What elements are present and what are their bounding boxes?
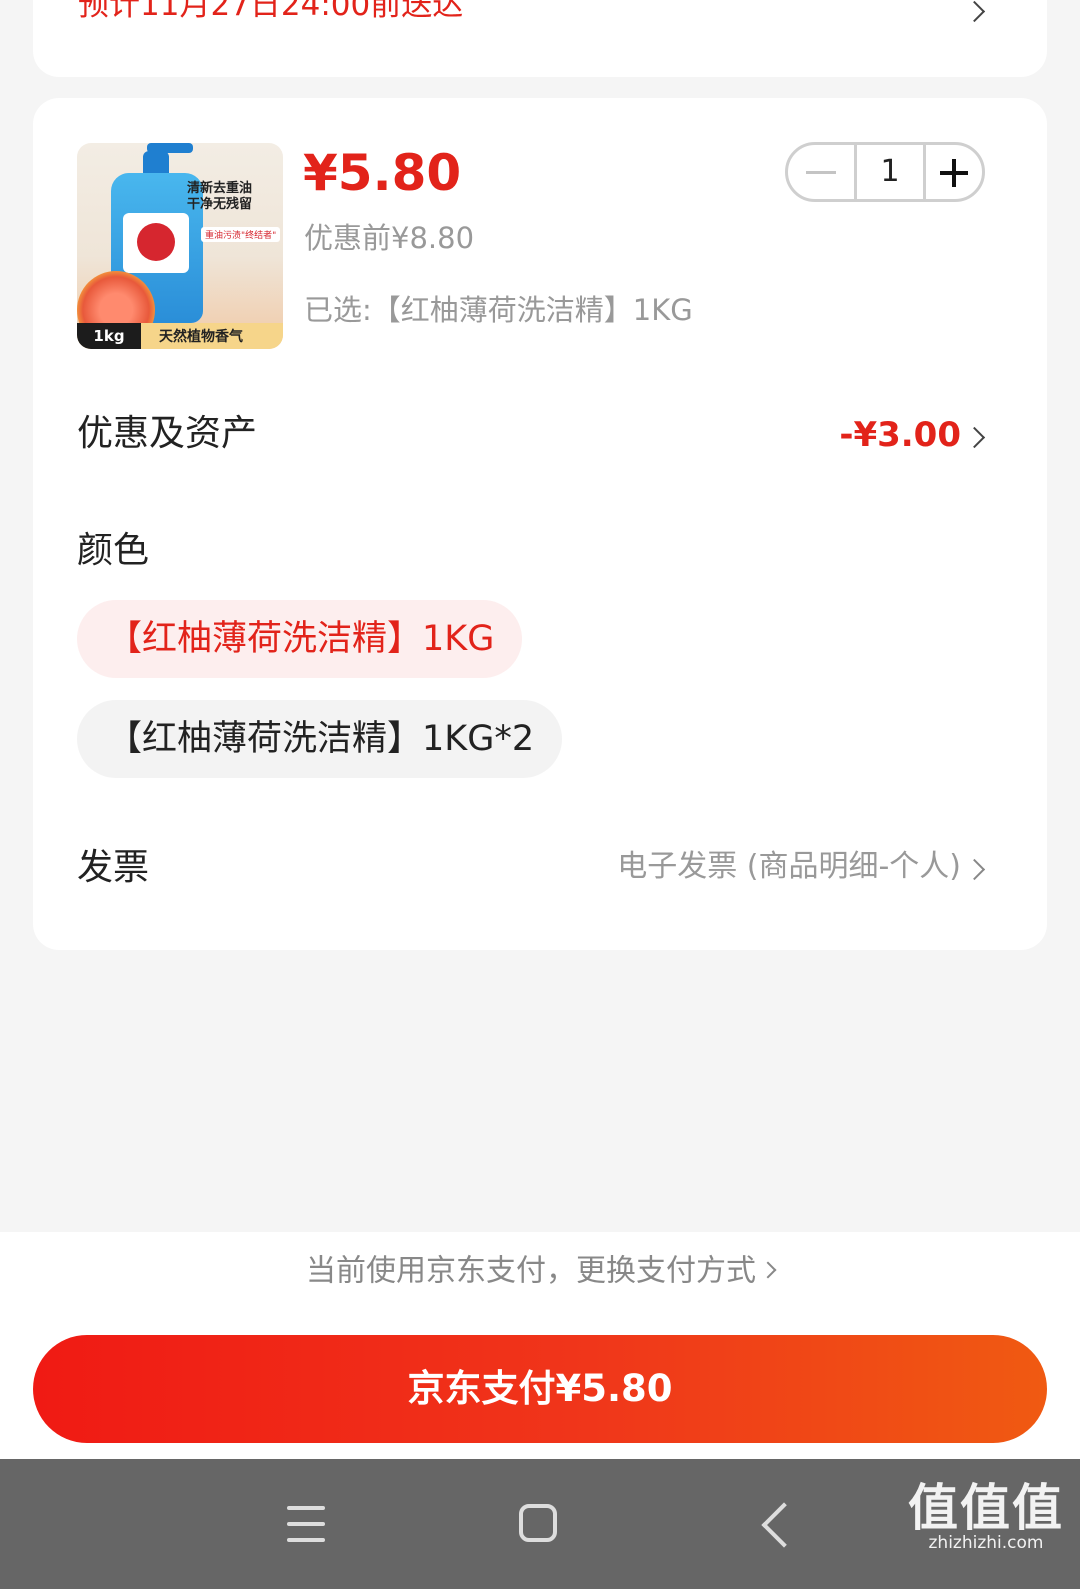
thumb-line-2: 干净无残留 (187, 197, 253, 213)
menu-icon[interactable] (287, 1506, 325, 1542)
product-thumbnail[interactable]: 清新去重油 干净无残留 重油污渍"终结者" 1kg 天然植物香气 (77, 143, 283, 349)
chevron-right-icon (963, 0, 986, 23)
color-option-1[interactable]: 【红柚薄荷洗洁精】1KG (77, 600, 523, 678)
thumb-weight: 1kg (77, 323, 141, 349)
minus-icon[interactable] (788, 145, 854, 199)
chevron-right-icon (759, 1261, 777, 1278)
chevron-right-icon (963, 858, 986, 881)
delivery-estimate: 预计11月27日24:00前送达 (78, 0, 464, 23)
invoice-label: 发票 (77, 847, 150, 888)
watermark-main: 值值值 (908, 1479, 1064, 1537)
bottle-label-graphic (123, 213, 189, 273)
original-price: 优惠前¥8.80 (304, 221, 475, 255)
thumb-badge: 重油污渍"终结者" (201, 227, 281, 242)
quantity-stepper: 1 (785, 142, 985, 202)
watermark-sub: zhizhizhi.com (928, 1533, 1044, 1553)
delivery-card[interactable]: 预计11月27日24:00前送达 (33, 0, 1047, 77)
watermark-logo: 值值值 zhizhizhi.com (908, 1483, 1064, 1553)
payment-method-switch[interactable]: 当前使用京东支付，更换支付方式 (0, 1256, 1080, 1287)
discount-value: -¥3.00 (839, 415, 961, 455)
selected-variant: 已选:【红柚薄荷洗洁精】1KG (304, 293, 693, 327)
payment-method-text: 当前使用京东支付，更换支付方式 (306, 1253, 756, 1289)
product-card: 清新去重油 干净无残留 重油污渍"终结者" 1kg 天然植物香气 ¥5.80 优… (33, 98, 1047, 950)
product-price: ¥5.80 (303, 144, 462, 202)
thumb-text-1: 清新去重油 干净无残留 (187, 181, 252, 214)
discount-label: 优惠及资产 (77, 413, 258, 454)
chevron-right-icon (963, 426, 986, 449)
system-nav-bar: 值值值 zhizhizhi.com (0, 1459, 1080, 1589)
quantity-value[interactable]: 1 (854, 145, 926, 199)
plus-icon[interactable] (926, 145, 988, 199)
invoice-value: 电子发票 (商品明细-个人) (617, 849, 961, 884)
thumb-slogan: 天然植物香气 (159, 329, 243, 345)
color-option-2[interactable]: 【红柚薄荷洗洁精】1KG*2 (77, 700, 563, 778)
home-icon[interactable] (519, 1504, 557, 1542)
thumb-line-1: 清新去重油 (187, 181, 253, 196)
payment-area: 当前使用京东支付，更换支付方式 京东支付¥5.80 (0, 1232, 1080, 1459)
color-label: 颜色 (77, 530, 150, 571)
back-icon[interactable] (761, 1502, 807, 1548)
pay-button[interactable]: 京东支付¥5.80 (33, 1335, 1047, 1443)
